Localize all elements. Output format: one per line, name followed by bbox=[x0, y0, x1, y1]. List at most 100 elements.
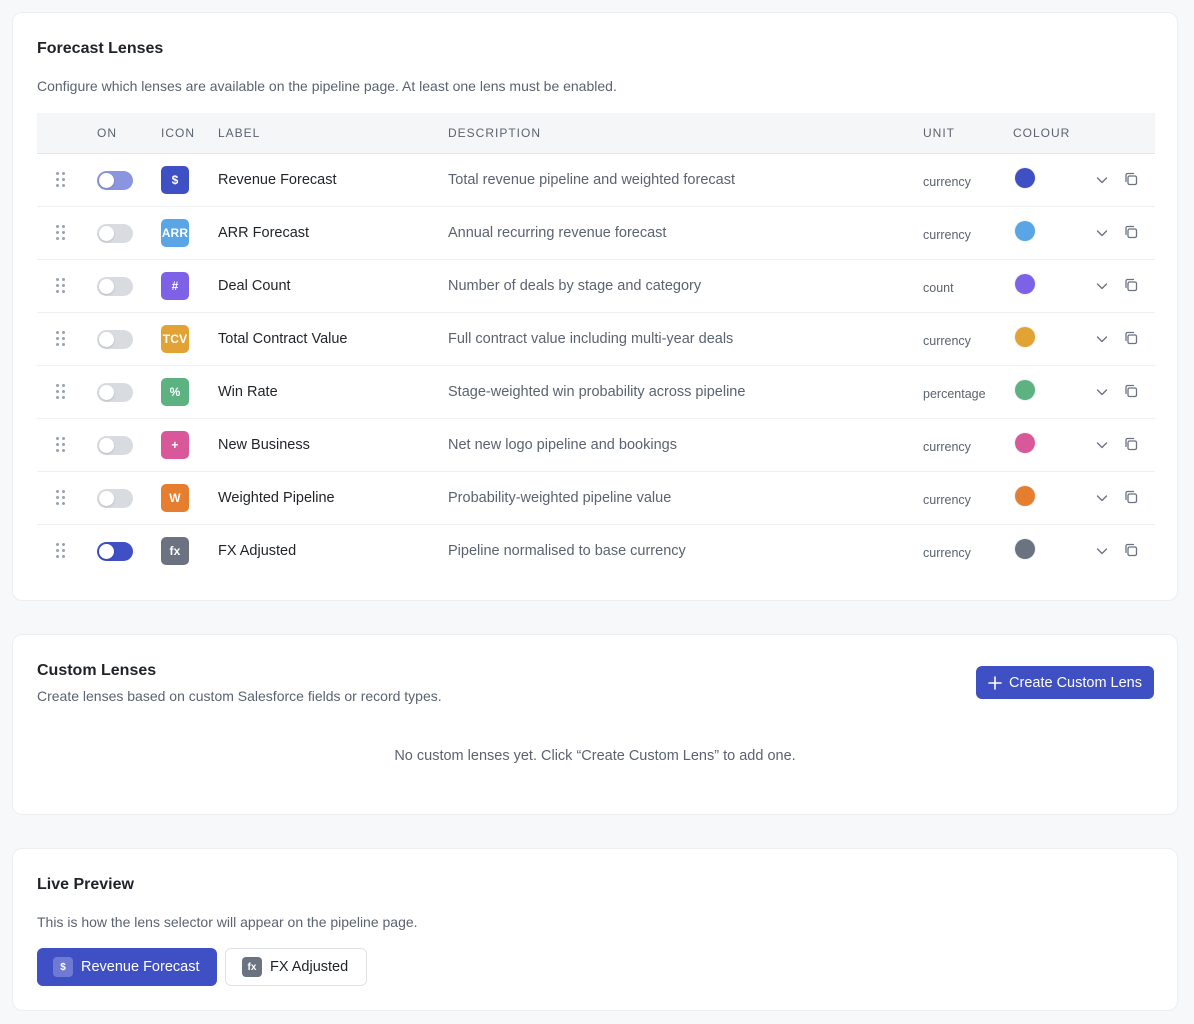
live-preview-card: Live Preview This is how the lens select… bbox=[12, 848, 1178, 1011]
lens-row-fx-adjusted: fx FX Adjusted Pipeline normalised to base… bbox=[37, 525, 1155, 578]
duplicate-icon[interactable] bbox=[1124, 437, 1138, 451]
toggle-knob bbox=[99, 491, 114, 506]
lens-label: New Business bbox=[218, 437, 310, 453]
lens-row-arr-forecast: ARR ARR Forecast Annual recurring revenue … bbox=[37, 207, 1155, 260]
duplicate-icon[interactable] bbox=[1124, 543, 1138, 557]
chevron-down-icon[interactable] bbox=[1095, 438, 1109, 452]
live-preview-subtitle: This is how the lens selector will appea… bbox=[37, 914, 418, 930]
lens-enabled-toggle[interactable] bbox=[97, 542, 133, 561]
colour-swatch[interactable] bbox=[1015, 274, 1035, 294]
duplicate-icon[interactable] bbox=[1124, 490, 1138, 504]
w-icon: W bbox=[161, 484, 189, 512]
column-header-unit: UNIT bbox=[923, 126, 955, 140]
chevron-down-icon[interactable] bbox=[1095, 491, 1109, 505]
lens-enabled-toggle[interactable] bbox=[97, 224, 133, 243]
fx-icon: fx bbox=[242, 957, 262, 977]
lens-enabled-toggle[interactable] bbox=[97, 383, 133, 402]
drag-handle-icon[interactable] bbox=[56, 384, 66, 400]
chevron-down-icon[interactable] bbox=[1095, 226, 1109, 240]
forecast-lenses-card: Forecast Lenses Configure which lenses a… bbox=[12, 12, 1178, 601]
colour-swatch[interactable] bbox=[1015, 168, 1035, 188]
custom-lenses-card: Custom Lenses Create lenses based on cus… bbox=[12, 634, 1178, 815]
lens-unit: count bbox=[923, 281, 954, 295]
preview-pill-fx-adjusted[interactable]: fx FX Adjusted bbox=[225, 948, 367, 986]
plus-icon: + bbox=[161, 431, 189, 459]
lens-description: Pipeline normalised to base currency bbox=[448, 543, 686, 559]
create-custom-lens-button[interactable]: Create Custom Lens bbox=[976, 666, 1154, 699]
drag-handle-icon[interactable] bbox=[56, 172, 66, 188]
lens-label: Weighted Pipeline bbox=[218, 490, 335, 506]
colour-swatch[interactable] bbox=[1015, 433, 1035, 453]
lens-label: Total Contract Value bbox=[218, 331, 348, 347]
duplicate-icon[interactable] bbox=[1124, 278, 1138, 292]
drag-handle-icon[interactable] bbox=[56, 437, 66, 453]
colour-swatch[interactable] bbox=[1015, 539, 1035, 559]
lens-unit: currency bbox=[923, 228, 971, 242]
drag-handle-icon[interactable] bbox=[56, 331, 66, 347]
toggle-knob bbox=[99, 226, 114, 241]
lens-enabled-toggle[interactable] bbox=[97, 436, 133, 455]
colour-swatch[interactable] bbox=[1015, 380, 1035, 400]
duplicate-icon[interactable] bbox=[1124, 172, 1138, 186]
toggle-knob bbox=[99, 385, 114, 400]
custom-lenses-subtitle: Create lenses based on custom Salesforce… bbox=[37, 688, 442, 704]
column-header-icon: ICON bbox=[161, 126, 195, 140]
lens-row-revenue-forecast: $ Revenue Forecast Total revenue pipeline … bbox=[37, 154, 1155, 207]
lens-enabled-toggle[interactable] bbox=[97, 330, 133, 349]
chevron-down-icon[interactable] bbox=[1095, 279, 1109, 293]
lens-enabled-toggle[interactable] bbox=[97, 171, 133, 190]
duplicate-icon[interactable] bbox=[1124, 225, 1138, 239]
preview-pill-label: Revenue Forecast bbox=[81, 959, 200, 975]
lens-row-total-contract-value: TCV Total Contract Value Full contract val… bbox=[37, 313, 1155, 366]
colour-swatch[interactable] bbox=[1015, 221, 1035, 241]
drag-handle-icon[interactable] bbox=[56, 543, 66, 559]
lens-description: Annual recurring revenue forecast bbox=[448, 225, 667, 241]
drag-handle-icon[interactable] bbox=[56, 490, 66, 506]
lenses-table-body: $ Revenue Forecast Total revenue pipeline … bbox=[37, 154, 1155, 578]
lens-enabled-toggle[interactable] bbox=[97, 489, 133, 508]
chevron-down-icon[interactable] bbox=[1095, 332, 1109, 346]
lens-description: Number of deals by stage and category bbox=[448, 278, 702, 294]
colour-swatch[interactable] bbox=[1015, 486, 1035, 506]
colour-swatch[interactable] bbox=[1015, 327, 1035, 347]
preview-pill-label: FX Adjusted bbox=[270, 959, 349, 975]
lens-label: ARR Forecast bbox=[218, 225, 310, 241]
column-header-label: LABEL bbox=[218, 126, 261, 140]
lens-description: Total revenue pipeline and weighted fore… bbox=[448, 172, 735, 188]
preview-pill-revenue-forecast[interactable]: $ Revenue Forecast bbox=[37, 948, 217, 986]
toggle-knob bbox=[99, 332, 114, 347]
column-header-on: ON bbox=[97, 126, 117, 140]
lenses-table-header: ON ICON LABEL DESCRIPTION UNIT COLOUR bbox=[37, 113, 1155, 154]
fx-icon: fx bbox=[161, 537, 189, 565]
chevron-down-icon[interactable] bbox=[1095, 544, 1109, 558]
hash-icon: # bbox=[161, 272, 189, 300]
lens-row-deal-count: # Deal Count Number of deals by stage and … bbox=[37, 260, 1155, 313]
dollar-icon: $ bbox=[161, 166, 189, 194]
lens-row-win-rate: % Win Rate Stage-weighted win probability … bbox=[37, 366, 1155, 419]
tcv-icon: TCV bbox=[161, 325, 189, 353]
toggle-knob bbox=[99, 544, 114, 559]
lens-row-weighted-pipeline: W Weighted Pipeline Probability-weighted p… bbox=[37, 472, 1155, 525]
lens-description: Full contract value including multi-year… bbox=[448, 331, 734, 347]
drag-handle-icon[interactable] bbox=[56, 278, 66, 294]
lens-unit: currency bbox=[923, 546, 971, 560]
custom-lenses-title: Custom Lenses bbox=[37, 662, 157, 679]
drag-handle-icon[interactable] bbox=[56, 225, 66, 241]
forecast-lenses-subtitle: Configure which lenses are available on … bbox=[37, 78, 617, 94]
lens-enabled-toggle[interactable] bbox=[97, 277, 133, 296]
chevron-down-icon[interactable] bbox=[1095, 385, 1109, 399]
lens-label: Deal Count bbox=[218, 278, 291, 294]
lens-label: Revenue Forecast bbox=[218, 172, 337, 188]
dollar-icon: $ bbox=[53, 957, 73, 977]
live-preview-title: Live Preview bbox=[37, 876, 134, 893]
lens-unit: percentage bbox=[923, 387, 986, 401]
lens-unit: currency bbox=[923, 440, 971, 454]
lens-unit: currency bbox=[923, 175, 971, 189]
chevron-down-icon[interactable] bbox=[1095, 173, 1109, 187]
lens-description: Stage-weighted win probability across pi… bbox=[448, 384, 746, 400]
plus-icon bbox=[988, 675, 1002, 690]
lens-unit: currency bbox=[923, 334, 971, 348]
column-header-colour: COLOUR bbox=[1013, 126, 1071, 140]
duplicate-icon[interactable] bbox=[1124, 384, 1138, 398]
duplicate-icon[interactable] bbox=[1124, 331, 1138, 345]
